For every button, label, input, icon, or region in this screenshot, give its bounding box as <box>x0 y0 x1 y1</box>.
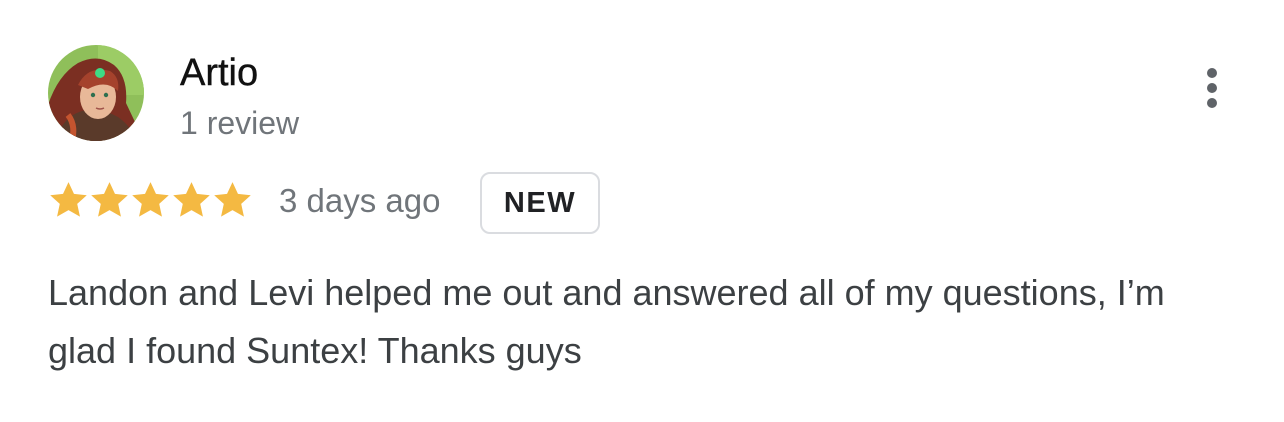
more-vertical-icon-dot <box>1207 98 1217 108</box>
star-icon <box>130 178 171 222</box>
review-timestamp: 3 days ago <box>279 182 441 219</box>
author-review-count: 1 review <box>180 105 300 141</box>
review-text: Landon and Levi helped me out and answer… <box>48 272 1165 371</box>
more-options-button[interactable] <box>1192 64 1232 112</box>
rating-row: 3 days ago NEW <box>48 172 748 236</box>
star-rating <box>48 178 253 222</box>
avatar-illustration-icon <box>48 45 144 141</box>
new-badge: NEW <box>480 172 600 234</box>
more-vertical-icon-dot <box>1207 83 1217 93</box>
more-vertical-icon <box>1207 68 1217 78</box>
review-card: Artio 1 review 3 days ago NEW Landon and… <box>0 0 1284 422</box>
author-avatar[interactable] <box>48 45 144 141</box>
star-icon <box>171 178 212 222</box>
star-icon <box>48 178 89 222</box>
star-icon <box>89 178 130 222</box>
star-icon <box>212 178 253 222</box>
author-name[interactable]: Artio <box>180 50 259 96</box>
